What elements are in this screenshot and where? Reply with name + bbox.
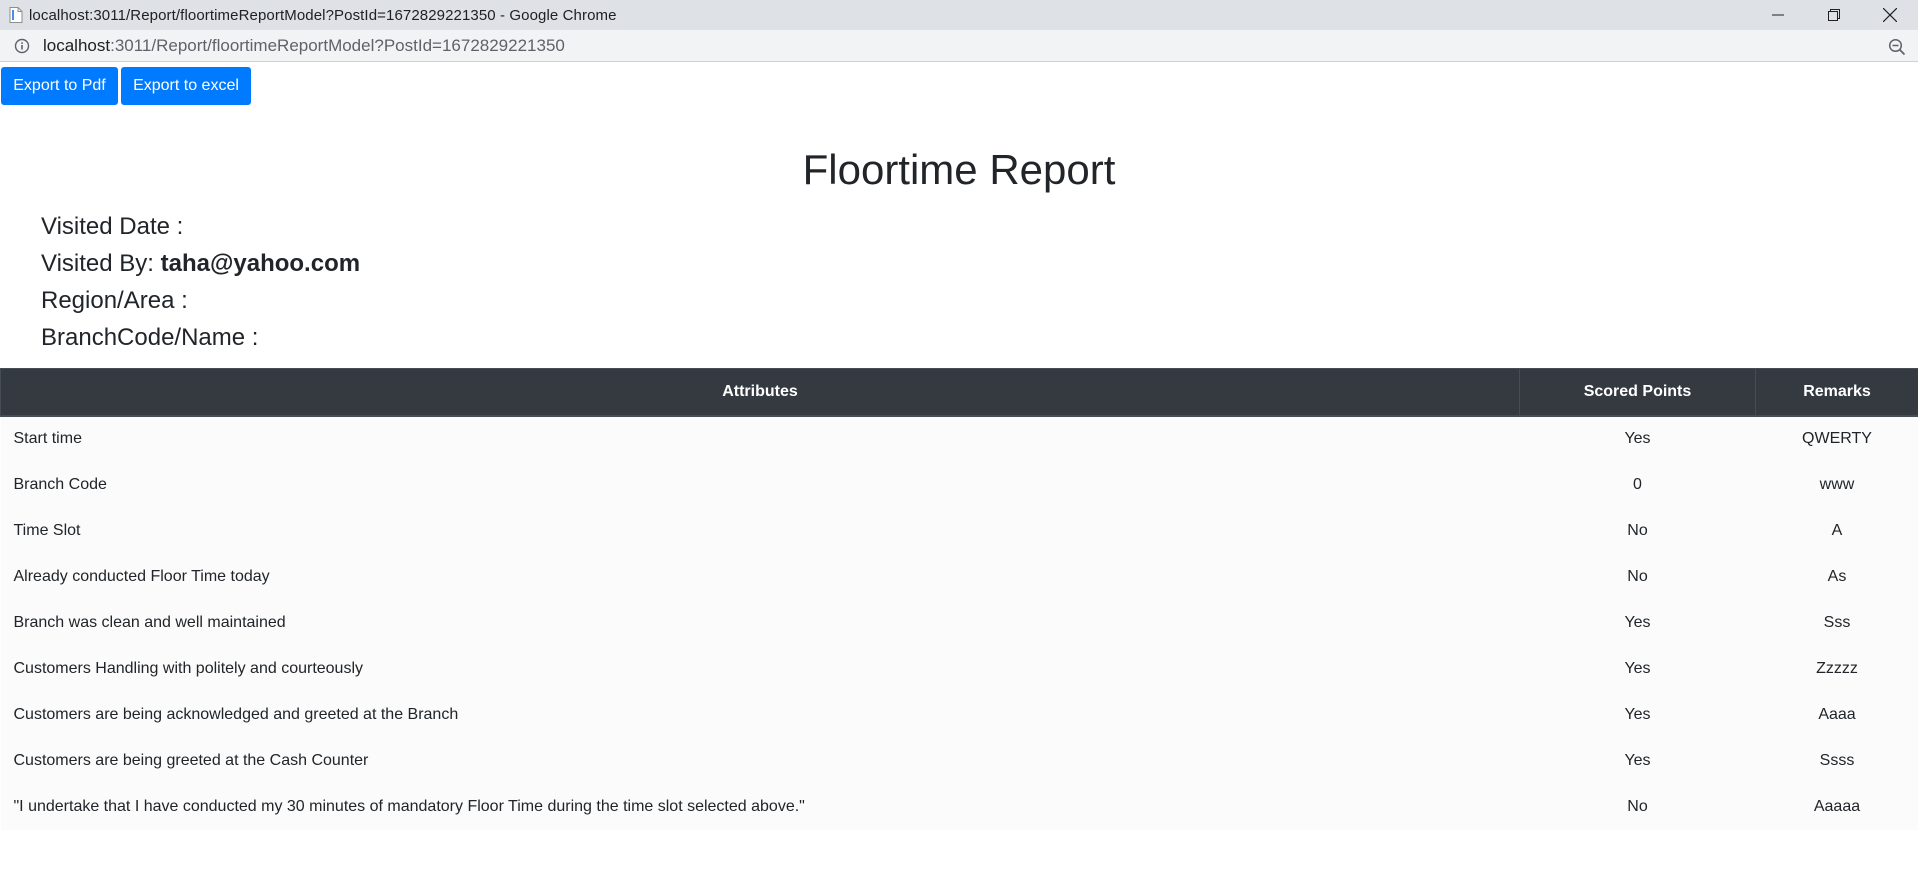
region-label: Region/Area :	[41, 287, 188, 314]
attribute-cell: Customers Handling with politely and cou…	[0, 645, 1520, 692]
url-text[interactable]: localhost:3011/Report/floortimeReportMod…	[43, 36, 565, 56]
remarks-cell: Aaaa	[1755, 691, 1918, 738]
export-pdf-button[interactable]: Export to Pdf	[1, 67, 118, 105]
attribute-cell: "I undertake that I have conducted my 30…	[0, 783, 1520, 830]
remarks-cell: As	[1755, 553, 1918, 600]
visited-by: Visited By: taha@yahoo.com	[41, 249, 360, 286]
attribute-cell: Customers are being greeted at the Cash …	[0, 737, 1520, 784]
score-cell: 0	[1519, 461, 1756, 508]
report-meta: Visited Date : Visited By: taha@yahoo.co…	[41, 212, 360, 360]
score-cell: No	[1519, 783, 1756, 830]
region-area: Region/Area :	[41, 286, 360, 323]
header-scored-points: Scored Points	[1519, 368, 1756, 417]
visited-by-value: taha@yahoo.com	[160, 250, 361, 277]
score-cell: Yes	[1519, 737, 1756, 784]
header-attributes: Attributes	[0, 368, 1520, 417]
table-row: Already conducted Floor Time today No As	[0, 553, 1918, 600]
score-cell: Yes	[1519, 415, 1756, 462]
attribute-cell: Branch was clean and well maintained	[0, 599, 1520, 646]
remarks-cell: A	[1755, 507, 1918, 554]
table-row: Customers are being greeted at the Cash …	[0, 737, 1918, 784]
remarks-cell: www	[1755, 461, 1918, 508]
zoom-out-icon[interactable]	[1888, 38, 1906, 56]
export-excel-button[interactable]: Export to excel	[121, 67, 251, 105]
report-table: Attributes Scored Points Remarks Start t…	[0, 368, 1918, 830]
report-title: Floortime Report	[802, 146, 1116, 193]
report-table-container: Attributes Scored Points Remarks Start t…	[0, 368, 1918, 830]
address-bar[interactable]: localhost:3011/Report/floortimeReportMod…	[0, 30, 1918, 62]
attribute-cell: Start time	[0, 415, 1520, 462]
remarks-cell: Zzzzz	[1755, 645, 1918, 692]
window-title: localhost:3011/Report/floortimeReportMod…	[29, 6, 617, 24]
window-titlebar: localhost:3011/Report/floortimeReportMod…	[0, 0, 1918, 30]
url-path: :3011/Report/floortimeReportModel?PostId…	[110, 35, 565, 55]
remarks-cell: Ssss	[1755, 737, 1918, 784]
header-remarks: Remarks	[1755, 368, 1918, 417]
attribute-cell: Customers are being acknowledged and gre…	[0, 691, 1520, 738]
url-host: localhost	[43, 35, 111, 55]
remarks-cell: Aaaaa	[1755, 783, 1918, 830]
close-window-button[interactable]	[1862, 0, 1918, 30]
window-controls	[1750, 0, 1918, 30]
score-cell: Yes	[1519, 599, 1756, 646]
table-row: Customers are being acknowledged and gre…	[0, 691, 1918, 738]
table-row: "I undertake that I have conducted my 30…	[0, 783, 1918, 830]
visited-date: Visited Date :	[41, 212, 360, 249]
attribute-cell: Time Slot	[0, 507, 1520, 554]
restore-button[interactable]	[1806, 0, 1862, 30]
attribute-cell: Already conducted Floor Time today	[0, 553, 1520, 600]
branch-code-name: BranchCode/Name :	[41, 323, 360, 360]
visited-date-label: Visited Date :	[41, 213, 184, 240]
export-actions: Export to Pdf Export to excel	[1, 67, 251, 105]
minimize-button[interactable]	[1750, 0, 1806, 30]
table-row: Customers Handling with politely and cou…	[0, 645, 1918, 692]
remarks-cell: QWERTY	[1755, 415, 1918, 462]
score-cell: Yes	[1519, 645, 1756, 692]
page-icon	[9, 7, 23, 23]
table-row: Branch was clean and well maintained Yes…	[0, 599, 1918, 646]
table-row: Branch Code 0 www	[0, 461, 1918, 508]
visited-by-label: Visited By:	[41, 250, 154, 277]
table-header-row: Attributes Scored Points Remarks	[0, 368, 1918, 417]
info-icon[interactable]	[14, 38, 30, 54]
score-cell: No	[1519, 507, 1756, 554]
remarks-cell: Sss	[1755, 599, 1918, 646]
score-cell: No	[1519, 553, 1756, 600]
table-row: Start time Yes QWERTY	[0, 415, 1918, 462]
branch-label: BranchCode/Name :	[41, 324, 259, 351]
table-row: Time Slot No A	[0, 507, 1918, 554]
score-cell: Yes	[1519, 691, 1756, 738]
attribute-cell: Branch Code	[0, 461, 1520, 508]
